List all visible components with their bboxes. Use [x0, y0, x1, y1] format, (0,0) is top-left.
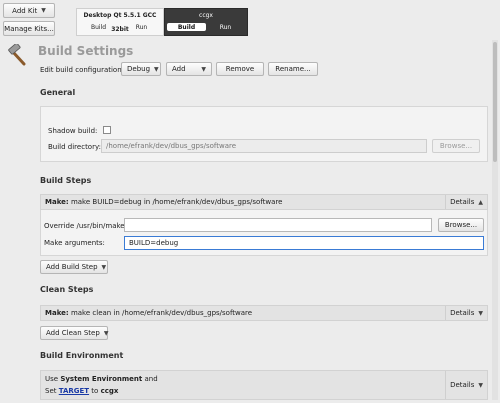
environment-set-text: Set [45, 387, 59, 395]
build-directory-input[interactable]: /home/efrank/dev/dbus_gps/software [101, 139, 427, 153]
details-label: Details [450, 381, 475, 389]
make-arguments-label: Make arguments: [44, 239, 105, 247]
kit-run-action[interactable]: Run [120, 23, 163, 33]
chevron-down-icon: ▼ [154, 65, 159, 73]
hammer-icon [8, 44, 26, 66]
clean-step-details-button[interactable]: Details ▼ [445, 306, 487, 320]
clean-steps-title: Clean Steps [40, 285, 94, 294]
build-directory-label: Build directory: [48, 143, 101, 151]
clean-step-header: Make: make clean in /home/efrank/dev/dbu… [40, 305, 488, 321]
add-build-step-button[interactable]: Add Build Step ▼ [40, 260, 108, 274]
chevron-up-icon: ▲ [478, 198, 483, 206]
build-step-header: Make: make BUILD=debug in /home/efrank/d… [40, 194, 488, 210]
details-label: Details [450, 309, 475, 317]
kit-build-action[interactable]: Build [167, 23, 206, 31]
kit-tab-ccgx[interactable]: ccgx Build Run [164, 8, 248, 36]
chevron-down-icon: ▼ [478, 381, 483, 389]
shadow-build-checkbox[interactable] [103, 126, 111, 134]
chevron-down-icon: ▼ [103, 329, 109, 337]
override-make-label: Override /usr/bin/make: [44, 222, 127, 230]
environment-target-value: ccgx [100, 387, 119, 395]
general-title: General [40, 88, 76, 97]
environment-target-link[interactable]: TARGET [59, 387, 89, 395]
build-step-details-button[interactable]: Details ▲ [445, 195, 487, 209]
environment-line-2: Set TARGET to ccgx [45, 387, 118, 395]
kit-run-action[interactable]: Run [206, 23, 245, 31]
override-make-input[interactable] [124, 218, 432, 232]
build-step-summary: Make: make BUILD=debug in /home/efrank/d… [45, 198, 282, 206]
scrollbar-thumb[interactable] [493, 42, 497, 162]
add-clean-step-button[interactable]: Add Clean Step ▼ [40, 326, 108, 340]
environment-system-label: System Environment [60, 375, 143, 383]
manage-kits-label: Manage Kits... [4, 24, 54, 33]
shadow-build-label: Shadow build: [48, 127, 98, 135]
chevron-down-icon: ▼ [478, 309, 483, 317]
add-kit-button[interactable]: Add Kit ▼ [3, 3, 55, 18]
rename-config-button[interactable]: Rename... [268, 62, 318, 76]
build-environment-panel: Use System Environment and Set TARGET to… [40, 370, 488, 400]
add-clean-step-label: Add Clean Step [46, 329, 100, 337]
remove-config-button[interactable]: Remove [216, 62, 264, 76]
environment-line-1: Use System Environment and [45, 375, 158, 383]
build-directory-browse-button[interactable]: Browse... [432, 139, 480, 153]
kit-name: Desktop Qt 5.5.1 GCC 32bit [83, 12, 157, 33]
clean-step-make-label: Make: [45, 309, 69, 317]
clean-step-summary: Make: make clean in /home/efrank/dev/dbu… [45, 309, 252, 317]
details-label: Details [450, 198, 475, 206]
clean-step-make-text: make clean in /home/efrank/dev/dbus_gps/… [70, 309, 253, 317]
build-step-make-label: Make: [45, 198, 69, 206]
add-build-step-label: Add Build Step [46, 263, 98, 271]
environment-details-button[interactable]: Details ▼ [445, 371, 487, 399]
kit-name: ccgx [199, 12, 213, 19]
config-label: Edit build configuration: [40, 66, 125, 74]
chevron-down-icon: ▼ [101, 263, 107, 271]
add-config-label: Add [172, 65, 186, 73]
add-config-button[interactable]: Add ▼ [166, 62, 212, 76]
config-value: Debug [127, 65, 151, 73]
vertical-scrollbar[interactable] [492, 40, 498, 400]
environment-and-text: and [142, 375, 158, 383]
make-arguments-input[interactable]: BUILD=debug [124, 236, 484, 250]
chevron-down-icon: ▼ [41, 7, 46, 14]
kit-build-action[interactable]: Build [77, 23, 120, 33]
page-title: Build Settings [38, 44, 134, 58]
environment-use-text: Use [45, 375, 61, 383]
build-steps-title: Build Steps [40, 176, 92, 185]
override-make-browse-button[interactable]: Browse... [438, 218, 484, 232]
manage-kits-button[interactable]: Manage Kits... [3, 21, 55, 36]
build-environment-title: Build Environment [40, 351, 124, 360]
kit-tab-desktop[interactable]: Desktop Qt 5.5.1 GCC 32bit Build Run [76, 8, 164, 36]
environment-to-text: to [89, 387, 101, 395]
add-kit-label: Add Kit [12, 6, 38, 15]
config-select[interactable]: Debug ▼ [121, 62, 161, 76]
build-step-make-text: make BUILD=debug in /home/efrank/dev/dbu… [70, 198, 283, 206]
chevron-down-icon: ▼ [201, 65, 206, 73]
general-panel [40, 106, 488, 162]
